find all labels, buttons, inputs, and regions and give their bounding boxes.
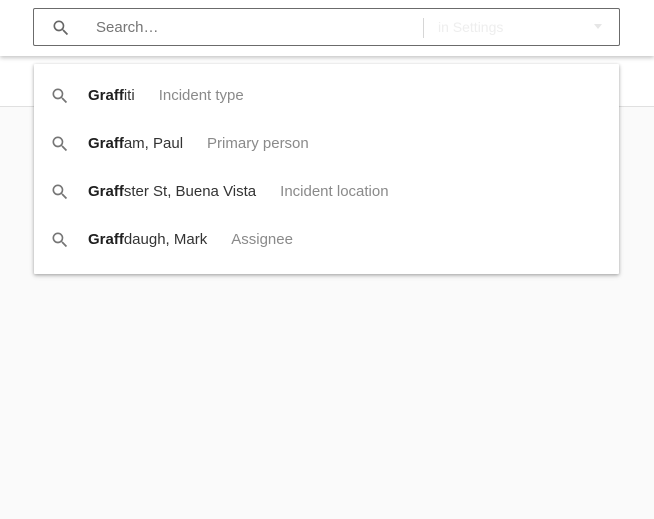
search-input[interactable] [96,10,416,44]
suggestion-match-text: Graff [88,87,124,104]
app-root: in Settings GraffitiIncident typeGraffam… [0,0,654,519]
search-suggestions-dropdown: Graffiti Incident type Graffam, Paul Primar… [34,64,619,274]
search-suggestion-item[interactable]: Graffam, Paul Primary person [34,120,619,168]
suggestion-match-text: Graff [88,135,124,152]
top-app-bar: in Settings [0,0,654,56]
search-icon [50,86,70,106]
suggestion-rest-text: am, Paul [123,135,184,152]
suggestion-rest-text: ster St, Buena Vista [123,183,257,200]
search-scope-select[interactable]: in Settings [424,9,620,45]
suggestion-category: Incident type [158,87,244,104]
suggestion-match-text: Graff [88,183,124,200]
search-icon [50,134,70,154]
search-icon [51,18,71,38]
suggestion-match-text: Graff [88,231,124,248]
suggestion-text: Graffam, Paul Primary person [88,120,309,168]
suggestion-rest-text: iti [123,87,135,104]
search-suggestion-item[interactable]: Graffdaugh, Mark Assignee [34,216,619,264]
suggestion-rest-text: daugh, Mark [123,231,208,248]
suggestion-category: Incident location [280,183,389,200]
search-scope-label: in Settings [438,19,504,35]
suggestion-category: Assignee [231,231,293,248]
suggestion-text: Graffiti Incident type [88,72,244,120]
suggestion-category: Primary person [207,135,309,152]
caret-down-icon [594,24,602,29]
search-icon [50,182,70,202]
suggestion-text: Graffdaugh, Mark Assignee [88,216,293,264]
search-suggestion-item[interactable]: Graffiti Incident type [34,72,619,120]
suggestion-text: Graffster St, Buena Vista Incident locati… [88,168,389,216]
search-suggestion-item[interactable]: Graffster St, Buena Vista Incident locati… [34,168,619,216]
search-box: in Settings [33,8,620,46]
search-icon [50,230,70,250]
